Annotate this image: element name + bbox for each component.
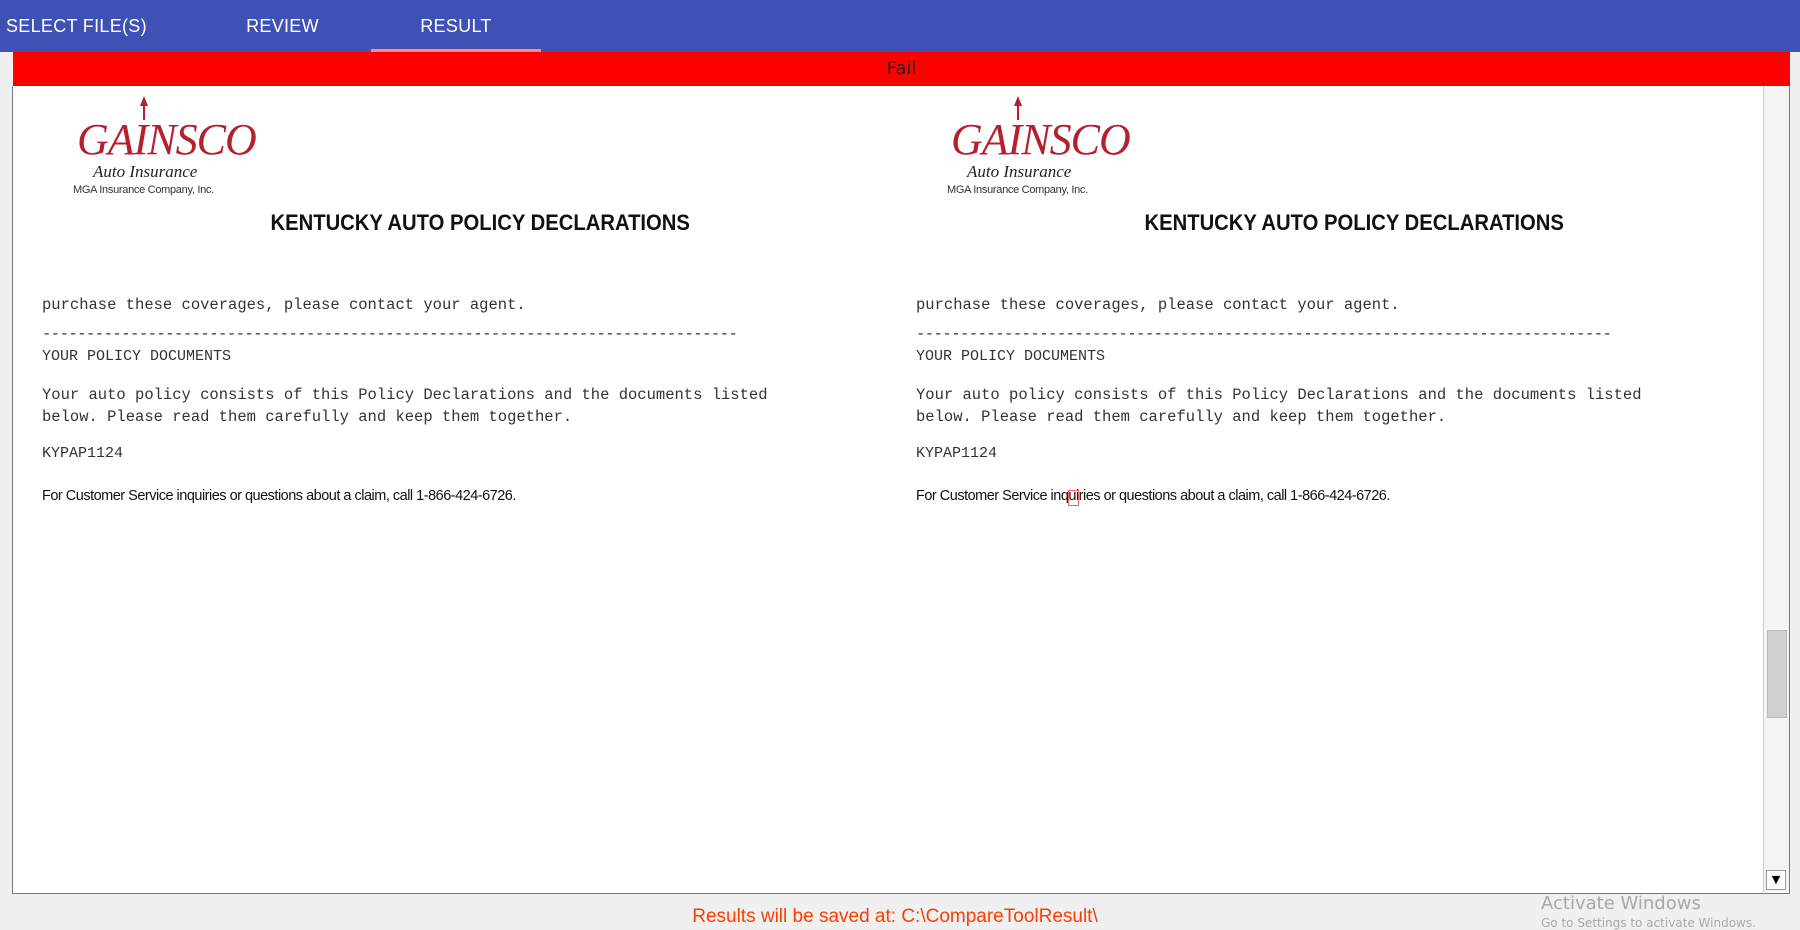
- form-code: KYPAP1124: [916, 445, 998, 462]
- left-document-pane: GAINSCO Auto Insurance MGA Insurance Com…: [13, 86, 883, 892]
- watermark-line-1: Activate Windows: [1541, 893, 1701, 914]
- document-title: KENTUCKY AUTO POLICY DECLARATIONS: [270, 210, 690, 235]
- right-document-pane: GAINSCO Auto Insurance MGA Insurance Com…: [887, 86, 1757, 892]
- purchase-line: purchase these coverages, please contact…: [916, 296, 1400, 314]
- customer-service-line: For Customer Service inquiries or questi…: [42, 488, 516, 504]
- tab-result[interactable]: RESULT: [371, 0, 541, 52]
- section-heading: YOUR POLICY DOCUMENTS: [916, 348, 1106, 365]
- body-line-2: below. Please read them carefully and ke…: [42, 408, 573, 426]
- scroll-down-icon[interactable]: ▼: [1766, 870, 1786, 890]
- section-heading: YOUR POLICY DOCUMENTS: [42, 348, 232, 365]
- logo-company: MGA Insurance Company, Inc.: [73, 184, 214, 196]
- logo-brand: GAINSCO: [951, 115, 1131, 164]
- tab-review[interactable]: REVIEW: [200, 0, 365, 52]
- logo-brand: GAINSCO: [77, 115, 257, 164]
- results-path-notice: Results will be saved at: C:\CompareTool…: [692, 906, 1098, 927]
- tab-select-files[interactable]: SELECT FILE(S): [0, 0, 170, 52]
- company-logo: GAINSCO Auto Insurance MGA Insurance Com…: [939, 92, 1131, 202]
- body-line-1: Your auto policy consists of this Policy…: [916, 386, 1642, 404]
- logo-subtitle: Auto Insurance: [93, 162, 198, 181]
- divider-rule: ----------------------------------------…: [42, 325, 738, 343]
- comparison-viewer: GAINSCO Auto Insurance MGA Insurance Com…: [12, 86, 1790, 894]
- form-code: KYPAP1124: [42, 445, 124, 462]
- logo-company: MGA Insurance Company, Inc.: [947, 184, 1088, 196]
- logo-subtitle: Auto Insurance: [967, 162, 1072, 181]
- comparison-status-banner: Fail: [13, 52, 1790, 86]
- customer-service-line: For Customer Service inquiries or questi…: [916, 488, 1390, 504]
- body-line-2: below. Please read them carefully and ke…: [916, 408, 1447, 426]
- watermark-line-2: Go to Settings to activate Windows.: [1541, 916, 1756, 930]
- difference-highlight[interactable]: [1068, 490, 1079, 506]
- document-title: KENTUCKY AUTO POLICY DECLARATIONS: [1144, 210, 1564, 235]
- activation-watermark: Activate Windows Go to Settings to activ…: [1541, 893, 1756, 930]
- company-logo: GAINSCO Auto Insurance MGA Insurance Com…: [65, 92, 257, 202]
- purchase-line: purchase these coverages, please contact…: [42, 296, 526, 314]
- scrollbar-thumb[interactable]: [1767, 630, 1787, 718]
- divider-rule: ----------------------------------------…: [916, 325, 1612, 343]
- tab-bar: SELECT FILE(S) REVIEW RESULT: [0, 0, 1800, 52]
- body-line-1: Your auto policy consists of this Policy…: [42, 386, 768, 404]
- vertical-scrollbar[interactable]: ▼: [1763, 86, 1789, 892]
